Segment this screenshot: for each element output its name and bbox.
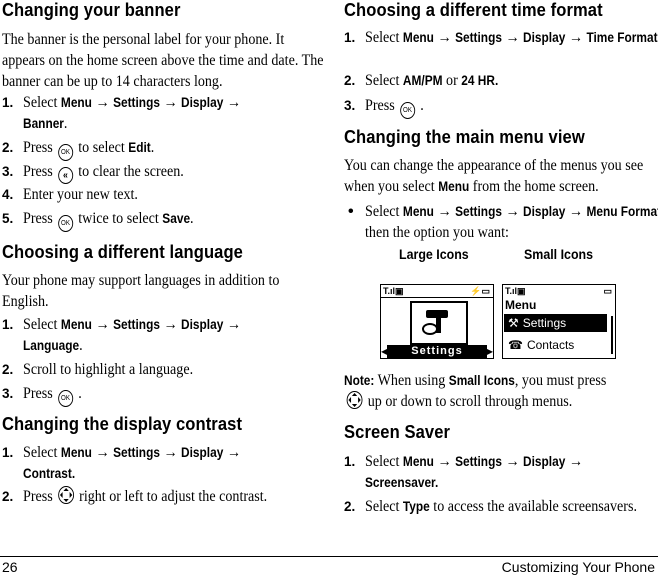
time-step-3: 3. Press OK. — [344, 95, 658, 119]
banner-step-4: 4. Enter your new text. — [2, 186, 138, 203]
scrollbar — [611, 316, 613, 354]
note: Note: When using Small Icons, you must p… — [344, 372, 607, 389]
contrast-step-1: 1. Select Menu → Settings → Display → Con… — [2, 444, 241, 481]
battery-icon: ⚡▭ — [470, 286, 490, 296]
back-key-icon: « — [58, 167, 73, 184]
footer-divider — [0, 556, 658, 557]
banner-step-5: 5. Press OK twice to select Save. — [2, 208, 323, 232]
section-heading-banner: Changing your banner — [2, 0, 181, 20]
battery-icon: ▭ — [603, 286, 612, 296]
language-intro: Your phone may support languages in addi… — [2, 272, 280, 310]
contrast-step-2: 2. Press right or left to adjust the cont… — [2, 486, 268, 505]
small-menu-title: Menu — [505, 298, 537, 312]
ok-key-icon: OK — [58, 215, 73, 232]
banner-step-2: 2. Press OK to select Edit. — [2, 137, 323, 161]
time-step-2: 2. Select AM/PM or 24 HR. — [344, 72, 499, 89]
large-icons-screen: T.ıl▣ ⚡▭ Settings ◀ ▶ — [380, 284, 494, 359]
section-heading-time-format: Choosing a different time format — [344, 0, 603, 20]
option-small-icons: Small Icons — [524, 247, 594, 262]
menu-view-bullet: • Select Menu → Settings → Display → Men… — [348, 203, 658, 241]
language-step-3: 3. Press OK. — [2, 383, 323, 407]
page-number: 26 — [2, 559, 18, 575]
ok-key-icon: OK — [58, 390, 73, 407]
language-step-2: 2. Scroll to highlight a language. — [2, 361, 194, 378]
banner-step-1: 1. Select Menu → Settings → Display → Ban… — [2, 94, 241, 132]
settings-large-icon — [410, 301, 468, 345]
screensaver-step-1: 1. Select Menu → Settings → Display → Scr… — [344, 453, 583, 490]
language-step-1: 1. Select Menu → Settings → Display → Lan… — [2, 316, 241, 354]
small-icons-screen: T.ıl▣ ▭ Menu ⚒ Settings ☎ Contacts — [502, 284, 616, 359]
chapter-title: Customizing Your Phone — [501, 559, 655, 575]
banner-intro: The banner is the personal label for you… — [2, 31, 324, 90]
note-line-2: up or down to scroll through menus. — [344, 391, 652, 412]
section-heading-menu-view: Changing the main menu view — [344, 127, 585, 147]
menu-view-intro: You can change the appearance of the men… — [344, 157, 644, 195]
large-icons-label: Settings — [387, 345, 487, 358]
small-menu-item-settings: ⚒ Settings — [504, 314, 607, 332]
screensaver-step-2: 2. Select Type to access the available s… — [344, 498, 637, 515]
banner-step-3: 3. Press «to clear the screen. — [2, 161, 323, 184]
ok-key-icon: OK — [58, 144, 73, 161]
contacts-small-icon: ☎ — [508, 338, 523, 352]
time-step-1: 1. Select Menu → Settings → Display → Ti… — [344, 29, 658, 46]
signal-icon: T.ıl▣ — [383, 286, 404, 296]
section-heading-contrast: Changing the display contrast — [2, 414, 243, 434]
section-heading-screen-saver: Screen Saver — [344, 422, 451, 442]
ok-key-icon: OK — [400, 102, 415, 119]
settings-small-icon: ⚒ — [508, 316, 519, 330]
nav-key-icon — [346, 391, 363, 409]
small-menu-item-contacts: ☎ Contacts — [508, 338, 575, 352]
nav-key-icon — [58, 486, 74, 504]
signal-icon: T.ıl▣ — [505, 286, 526, 296]
section-heading-language: Choosing a different language — [2, 242, 243, 262]
option-large-icons: Large Icons — [399, 247, 469, 262]
